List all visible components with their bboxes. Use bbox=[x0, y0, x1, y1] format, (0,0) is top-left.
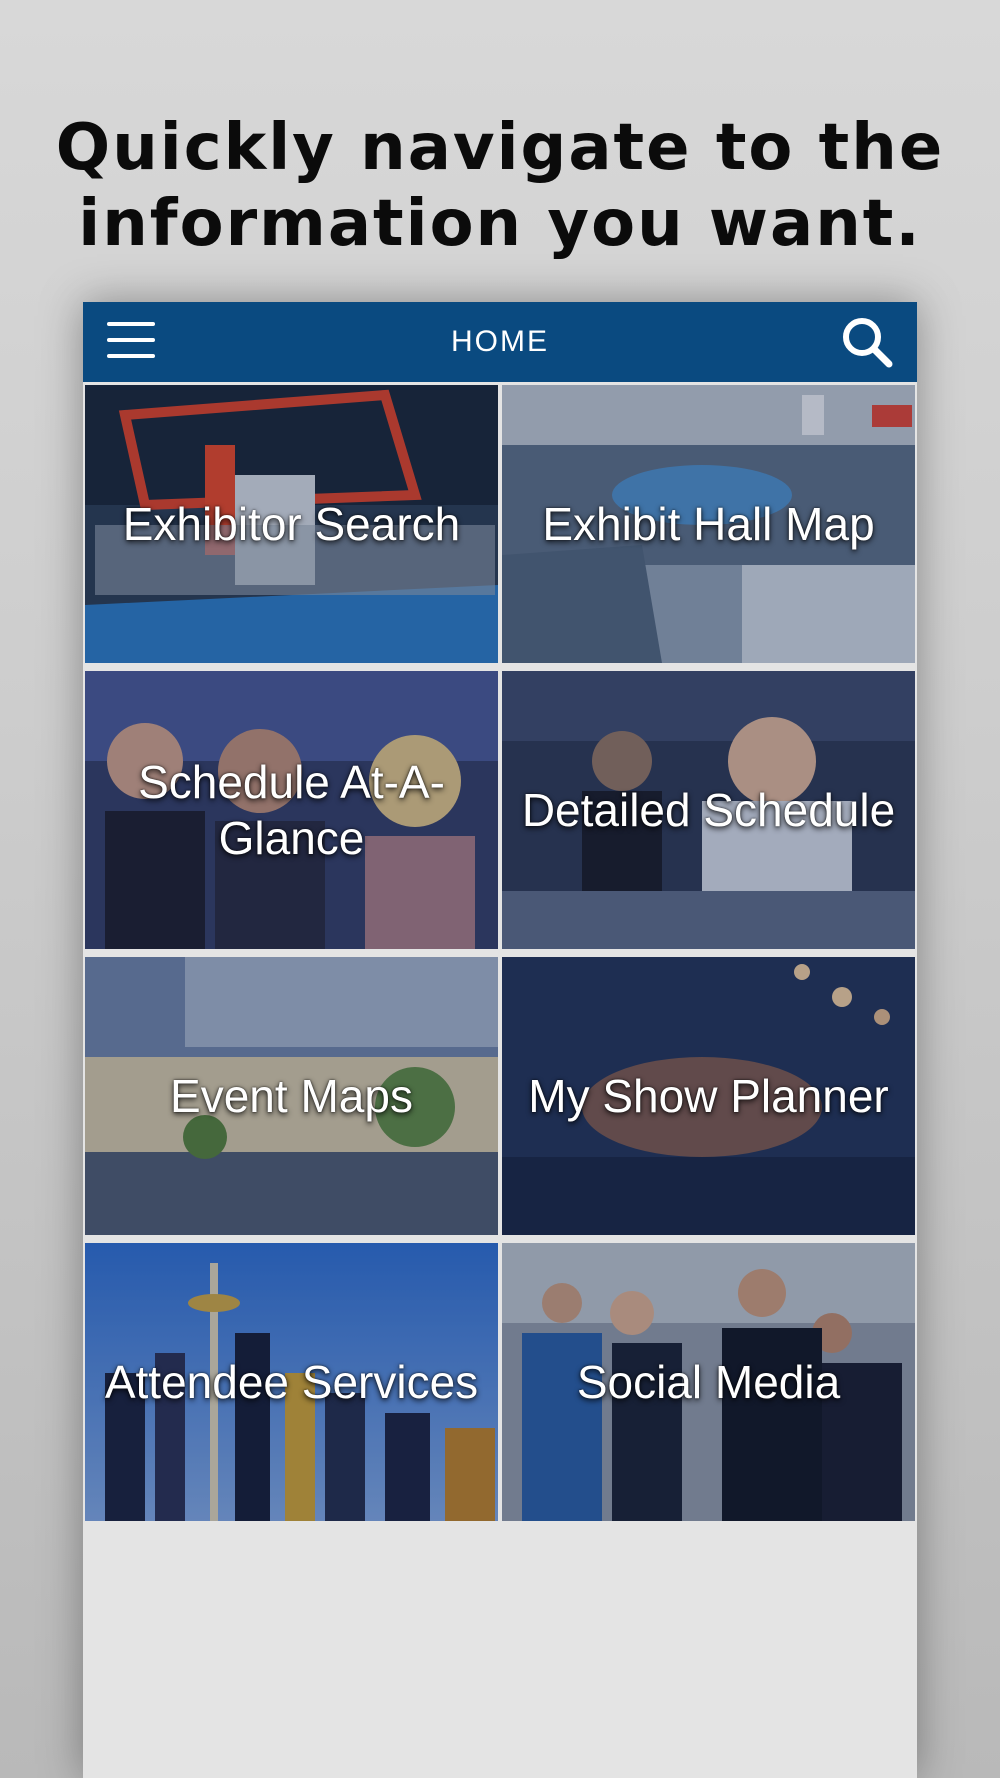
search-icon[interactable] bbox=[839, 314, 895, 370]
tile-schedule-at-a-glance[interactable]: Schedule At-A-Glance bbox=[85, 671, 498, 949]
tile-detailed-schedule[interactable]: Detailed Schedule bbox=[502, 671, 915, 949]
headline-line-1: Quickly navigate to the bbox=[55, 111, 945, 185]
tile-exhibitor-search[interactable]: Exhibitor Search bbox=[85, 385, 498, 663]
tile-attendee-services[interactable]: Attendee Services bbox=[85, 1243, 498, 1521]
tile-event-maps[interactable]: Event Maps bbox=[85, 957, 498, 1235]
app-screen: HOME Exhibitor Search Exhibit Hall Map S… bbox=[83, 302, 917, 1778]
tile-social-media[interactable]: Social Media bbox=[502, 1243, 915, 1521]
tile-label: Event Maps bbox=[170, 1070, 413, 1122]
tile-label: Schedule At-A-Glance bbox=[138, 756, 445, 864]
top-navbar: HOME bbox=[83, 302, 917, 382]
tile-label: Detailed Schedule bbox=[521, 784, 896, 836]
tile-exhibit-hall-map[interactable]: Exhibit Hall Map bbox=[502, 385, 915, 663]
tile-label: Attendee Services bbox=[104, 1356, 479, 1408]
tile-label: My Show Planner bbox=[528, 1070, 889, 1122]
page-title: HOME bbox=[451, 325, 549, 358]
promo-headline: Quickly navigate to the information you … bbox=[0, 110, 1000, 262]
headline-line-2: information you want. bbox=[78, 187, 922, 261]
tile-label: Social Media bbox=[576, 1356, 841, 1408]
tile-label: Exhibit Hall Map bbox=[542, 498, 875, 550]
home-tile-grid: Exhibitor Search Exhibit Hall Map Schedu… bbox=[85, 385, 915, 1523]
tile-label: Exhibitor Search bbox=[122, 498, 461, 550]
tile-my-show-planner[interactable]: My Show Planner bbox=[502, 957, 915, 1235]
